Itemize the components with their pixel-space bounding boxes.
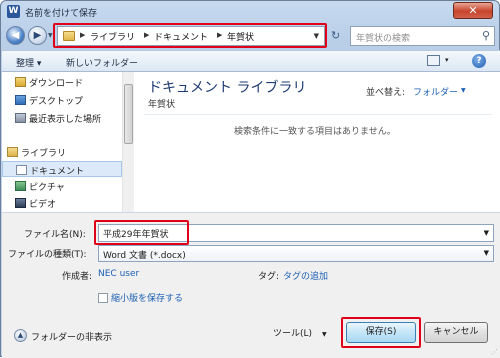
nav-item-label: ピクチャ (29, 183, 65, 193)
view-dropdown-icon[interactable]: ▾ (445, 56, 449, 64)
library-icon (7, 147, 18, 157)
organize-button[interactable]: 整理 ▾ (16, 56, 41, 69)
recent-pages-dropdown[interactable]: ▼ (48, 32, 53, 39)
search-placeholder: 年賀状の検索 (356, 34, 411, 44)
nav-item-pictures[interactable]: ピクチャ (2, 178, 122, 194)
word-app-icon: W (7, 5, 20, 18)
nav-item-label: ドキュメント (30, 167, 85, 177)
refresh-icon[interactable]: ↻ (331, 27, 345, 45)
forward-button[interactable]: ▶ (28, 26, 47, 45)
save-thumbnail-label[interactable]: 縮小版を保存する (111, 291, 183, 304)
empty-message: 検索条件に一致する項目はありません。 (234, 127, 396, 137)
videos-icon (15, 198, 26, 208)
help-icon[interactable]: ? (472, 54, 486, 68)
command-toolbar: 整理 ▾ 新しいフォルダー ▾ ? (2, 50, 500, 72)
nav-item-libraries[interactable]: ライブラリ (2, 144, 122, 160)
search-input[interactable]: 年賀状の検索 ⚲ (350, 26, 495, 46)
hide-folders-icon[interactable]: ▲ (14, 329, 27, 342)
sort-dropdown-icon[interactable]: ▼ (461, 87, 466, 94)
back-button[interactable]: ◀ (6, 26, 25, 45)
nav-item-label: ダウンロード (29, 79, 84, 89)
scrollbar-thumb[interactable] (124, 84, 133, 144)
filename-highlight-box (94, 220, 189, 245)
view-options-icon[interactable] (427, 55, 440, 66)
desktop-icon (15, 95, 26, 105)
window-title: 名前を付けて保存 (25, 9, 98, 19)
library-subtitle: 年賀状 (148, 100, 176, 110)
cancel-button[interactable]: キャンセル (424, 322, 488, 343)
tools-dropdown-icon[interactable]: ▼ (322, 331, 327, 338)
sort-label: 並べ替え: (366, 88, 406, 98)
hide-folders-button[interactable]: フォルダーの非表示 (31, 330, 112, 343)
nav-item-label: ビデオ (29, 200, 57, 210)
close-button[interactable]: ✕ (453, 2, 493, 19)
nav-item-downloads[interactable]: ダウンロード (2, 74, 122, 90)
filetype-label: ファイルの種類(T): (8, 250, 87, 260)
filetype-select[interactable]: Word 文書 (*.docx) ▼ (98, 245, 494, 262)
save-highlight-box (341, 317, 421, 348)
nav-item-videos[interactable]: ビデオ (2, 195, 122, 211)
nav-item-label: ライブラリ (21, 149, 67, 159)
author-label: 作成者: (62, 272, 93, 282)
nav-item-desktop[interactable]: デスクトップ (2, 92, 122, 108)
nav-item-label: 最近表示した場所 (29, 115, 102, 125)
nav-item-documents[interactable]: ドキュメント (2, 161, 122, 177)
file-list-pane: ドキュメント ライブラリ 年賀状 並べ替え: フォルダー ▼ 検索条件に一致する… (134, 72, 500, 212)
resize-grip-icon[interactable]: ⋰ (491, 348, 498, 356)
pictures-icon (15, 181, 26, 191)
search-icon[interactable]: ⚲ (482, 29, 490, 42)
navpane-scrollbar[interactable] (122, 72, 134, 212)
sort-by-folder-link[interactable]: フォルダー (413, 85, 458, 98)
author-value[interactable]: NEC user (98, 269, 139, 279)
nav-item-recent-places[interactable]: 最近表示した場所 (2, 110, 122, 126)
nav-item-label: デスクトップ (29, 97, 84, 107)
new-folder-button[interactable]: 新しいフォルダー (66, 56, 138, 69)
filetype-value: Word 文書 (*.docx) (103, 251, 186, 261)
address-highlight-box (53, 23, 327, 48)
add-tag-link[interactable]: タグの追加 (283, 269, 328, 282)
save-form: ファイル名(N): 平成29年年賀状 ▼ ファイルの種類(T): Word 文書… (2, 212, 500, 358)
documents-icon (16, 165, 27, 175)
filetype-dropdown-icon[interactable]: ▼ (484, 249, 489, 257)
save-as-dialog: W 名前を付けて保存 ✕ ◀ ▶ ▼ ▶ ライブラリ ▶ ドキュメント ▶ 年賀… (0, 0, 500, 358)
download-folder-icon (15, 77, 26, 87)
tags-label: タグ: (258, 272, 280, 282)
filename-label: ファイル名(N): (24, 230, 86, 240)
recent-places-icon (15, 113, 26, 123)
library-title: ドキュメント ライブラリ (148, 80, 307, 96)
navigation-pane: ダウンロード デスクトップ 最近表示した場所 ライブラリ ドキュメント ピクチャ… (2, 72, 134, 212)
divider (144, 114, 492, 115)
save-thumbnail-checkbox[interactable] (98, 293, 108, 303)
filename-dropdown-icon[interactable]: ▼ (484, 229, 489, 237)
title-bar: W 名前を付けて保存 ✕ (1, 1, 499, 23)
